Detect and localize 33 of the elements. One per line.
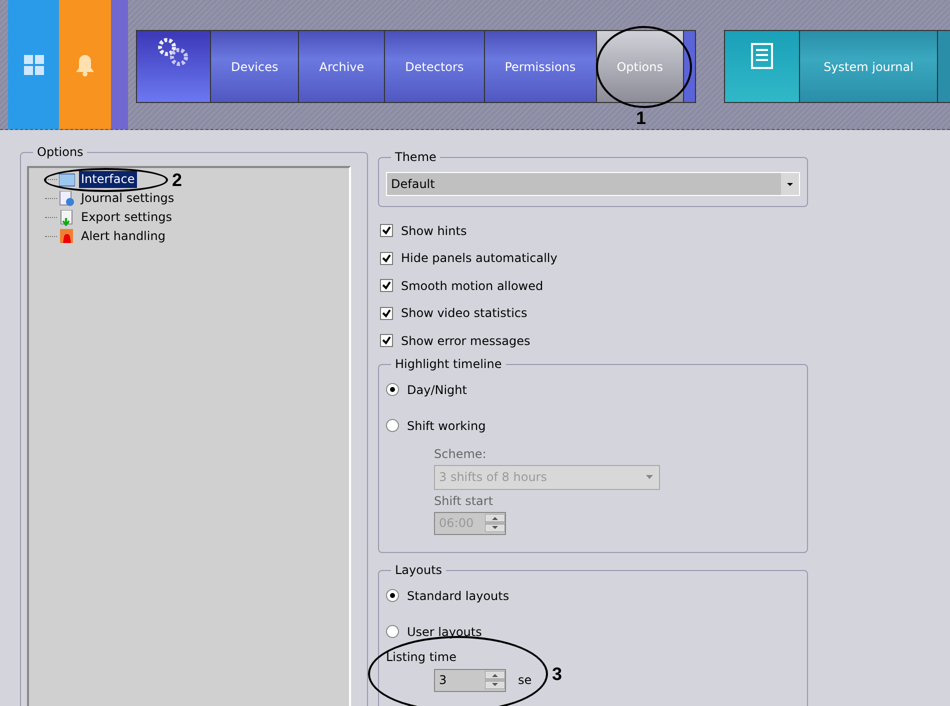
menu-tab[interactable]: Permissions bbox=[484, 30, 597, 103]
menu-tab[interactable]: Options bbox=[596, 30, 684, 103]
checkbox-label: Show error messages bbox=[401, 332, 530, 350]
radio-label: Standard layouts bbox=[407, 588, 510, 604]
dropdown-value: Default bbox=[390, 176, 436, 193]
checkbox-label: Smooth motion allowed bbox=[401, 278, 544, 295]
tree-item[interactable]: Interface bbox=[79, 171, 137, 188]
theme-dropdown[interactable]: Default bbox=[386, 172, 800, 196]
radio-label: User layouts bbox=[407, 624, 482, 640]
field-label: Listing time bbox=[386, 648, 456, 664]
tree-item[interactable]: Journal settings bbox=[79, 190, 176, 207]
radio-label: Shift working bbox=[407, 418, 486, 434]
checkbox-label: Show hints bbox=[401, 222, 467, 240]
callout-number: 2 bbox=[172, 170, 182, 190]
checkbox-label: Show video statistics bbox=[401, 305, 528, 322]
spin-box[interactable]: 3 bbox=[434, 668, 506, 692]
field-label: Scheme: bbox=[434, 446, 488, 462]
dropdown-value: 3 shifts of 8 hours bbox=[438, 469, 548, 486]
menu-tab[interactable]: Devices bbox=[210, 30, 300, 103]
menu-tab[interactable]: Detectors bbox=[385, 30, 485, 103]
menu-tab[interactable]: System journal bbox=[800, 30, 938, 103]
checkbox-label: Hide panels automatically bbox=[401, 250, 558, 268]
callout-number: 1 bbox=[636, 108, 646, 128]
unit-label: se bbox=[518, 672, 532, 689]
tree-item[interactable]: Export settings bbox=[79, 209, 174, 226]
menu-tab[interactable]: Archive bbox=[299, 30, 386, 103]
group-title: Highlight timeline bbox=[391, 356, 506, 372]
tree-item[interactable]: Alert handling bbox=[79, 228, 168, 245]
callout-number: 3 bbox=[552, 664, 562, 684]
spin-value: 3 bbox=[439, 672, 448, 689]
group-title: Options bbox=[33, 144, 88, 160]
field-label: Shift start bbox=[434, 492, 494, 510]
radio-label: Day/Night bbox=[407, 382, 467, 398]
